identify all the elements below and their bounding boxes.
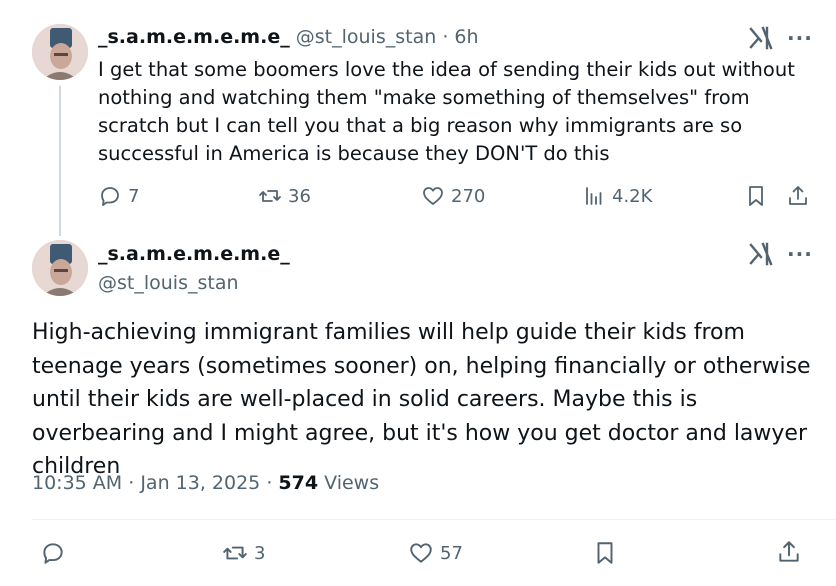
reply-icon: [101, 187, 119, 206]
repost-icon: [223, 546, 247, 560]
repost-count: 3: [254, 542, 266, 564]
like-button[interactable]: 270: [421, 184, 485, 208]
grok-icon[interactable]: [748, 241, 774, 271]
avatar[interactable]: [32, 240, 88, 296]
tweet-time[interactable]: 10:35 AM: [32, 472, 122, 494]
reply-icon: [43, 543, 63, 564]
share-icon: [789, 186, 807, 205]
reply-button[interactable]: 7: [98, 184, 139, 208]
like-count: 57: [440, 542, 463, 564]
like-button[interactable]: 57: [408, 540, 463, 566]
display-name[interactable]: _s.a.m.e.m.e.m.e_: [98, 243, 290, 265]
more-icon[interactable]: ···: [787, 242, 813, 266]
like-icon: [423, 187, 443, 205]
reply-button[interactable]: [40, 540, 66, 566]
views-count: 574: [278, 472, 319, 494]
user-handle[interactable]: @st_louis_stan: [98, 272, 239, 294]
like-icon: [410, 543, 432, 563]
like-count: 270: [451, 185, 486, 207]
views-label: Views: [324, 472, 380, 494]
display-name[interactable]: _s.a.m.e.m.e.m.e_: [98, 26, 290, 48]
views-count: 4.2K: [612, 185, 653, 207]
tweet-header: _s.a.m.e.m.e.m.e_ @st_louis_stan · 6h: [98, 26, 479, 48]
reply-count: 7: [128, 185, 140, 207]
repost-icon: [259, 190, 281, 202]
views-icon: [586, 187, 602, 205]
share-button[interactable]: [786, 184, 810, 208]
bookmark-button[interactable]: [592, 540, 618, 566]
tweet-meta: 10:35 AM · Jan 13, 2025 · 574 Views: [32, 472, 379, 494]
divider: [32, 519, 836, 520]
grok-icon[interactable]: [748, 25, 774, 55]
bookmark-icon: [597, 542, 613, 564]
views-button[interactable]: 4.2K: [582, 184, 652, 208]
user-handle[interactable]: @st_louis_stan: [296, 26, 437, 48]
separator-dot: ·: [442, 26, 449, 48]
share-icon: [779, 541, 799, 562]
separator-dot: ·: [266, 472, 273, 494]
separator-dot: ·: [128, 472, 135, 494]
tweet-text: High-achieving immigrant families will h…: [32, 320, 811, 479]
repost-button[interactable]: 36: [258, 184, 311, 208]
bookmark-button[interactable]: [744, 184, 768, 208]
bookmark-icon: [749, 186, 763, 206]
tweet-text: I get that some boomers love the idea of…: [98, 58, 795, 165]
thread-line: [59, 86, 61, 236]
avatar[interactable]: [32, 24, 88, 80]
tweet-date[interactable]: Jan 13, 2025: [140, 472, 260, 494]
repost-button[interactable]: 3: [222, 540, 265, 566]
share-button[interactable]: [776, 539, 802, 565]
more-icon[interactable]: ···: [787, 26, 813, 50]
tweet-time[interactable]: 6h: [454, 26, 478, 48]
repost-count: 36: [288, 185, 311, 207]
